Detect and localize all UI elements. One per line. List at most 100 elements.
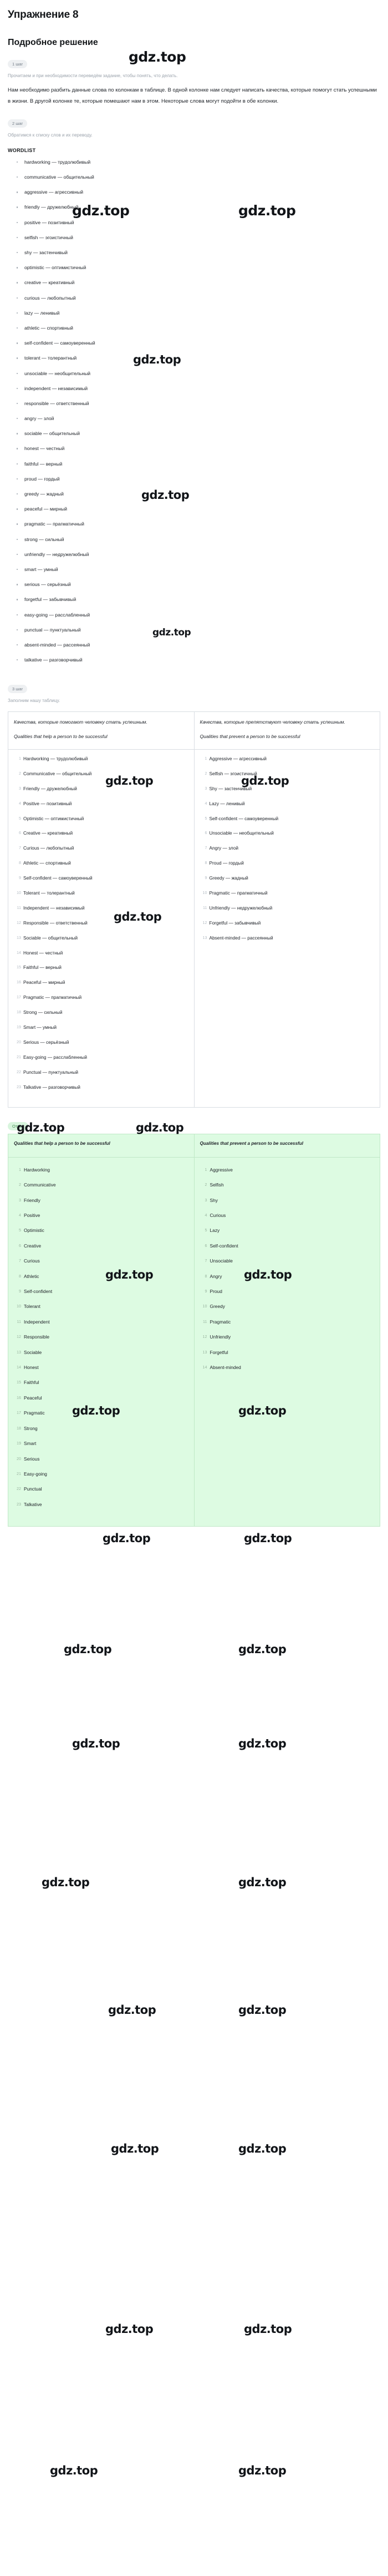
table-header-row: Качества, которые помогают человеку стат… [8, 711, 380, 750]
table-row: Lazy — ленивый [200, 800, 245, 806]
step-badge-1: 1 шаг [8, 60, 28, 68]
table-col1-header-cell: Качества, которые помогают человеку стат… [8, 711, 195, 750]
answer-row: Faithful [14, 1380, 39, 1386]
wordlist-item: faithful — верный [16, 462, 380, 467]
answer-row: Curious [200, 1213, 226, 1218]
answer-row: Unfriendly [200, 1334, 231, 1340]
watermark-text: gdz.top [244, 1532, 292, 1545]
table-row: Selfish — эгоистичный [200, 770, 257, 776]
table-row: Greedy — жадный [200, 875, 248, 881]
answer-row: Creative [14, 1242, 42, 1249]
table-row: Angry — злой [200, 845, 238, 851]
table-row: Sociable — общительный [14, 935, 78, 941]
answer-row: Serious [14, 1456, 40, 1462]
wordlist-item: creative — креативный [16, 280, 380, 285]
answer-row: Athletic [14, 1273, 39, 1279]
answer-row: Angry [200, 1273, 222, 1279]
answer-row: Peaceful [14, 1395, 42, 1401]
table-row: Unsociable — необщительный [200, 830, 274, 836]
wordlist-item: independent — независимый [16, 386, 380, 391]
watermark-text: gdz.top [238, 2003, 287, 2017]
table-row: Proud — гордый [200, 860, 244, 866]
watermark-text: gdz.top [72, 1737, 120, 1750]
answer-row: Pragmatic [200, 1319, 231, 1325]
wordlist-item: unfriendly — недружелюбный [16, 552, 380, 557]
answer-row: Aggressive [200, 1166, 233, 1173]
wordlist-item: optimistic — оптимистичный [16, 265, 380, 270]
col2-header-en: Qualities that prevent a person to be su… [200, 733, 300, 739]
answer-row: Self-confident [14, 1289, 53, 1295]
table-row: Positive — позитивный [14, 800, 72, 806]
watermark-text: gdz.top [64, 1643, 112, 1656]
answer-row: Easy-going [14, 1471, 47, 1477]
wordlist-item: forgetful — забывчивый [16, 597, 380, 602]
wordlist-item: greedy — жадный [16, 492, 380, 497]
answer-row: Hardworking [14, 1166, 50, 1173]
watermark-text: gdz.top [42, 1876, 90, 1889]
table-row: Communicative — общительный [14, 770, 92, 776]
table-row: Punctual — пунктуальный [14, 1069, 79, 1075]
table-col1-body-cell: Hardworking — трудолюбивый Communicative … [8, 749, 195, 1108]
watermark-text: gdz.top [238, 2464, 287, 2477]
answer-row: Forgetful [200, 1349, 228, 1355]
step-badge-2: 2 шаг [8, 119, 28, 128]
table-row: Forgetful — забывчивый [200, 920, 261, 926]
wordlist-item: sociable — общительный [16, 431, 380, 436]
wordlist-item: responsible — ответственный [16, 401, 380, 406]
answer-row: Punctual [14, 1486, 42, 1492]
wordlist-item: absent-minded — рассеянный [16, 643, 380, 648]
answer-col1-header-cell: Qualities that help a person to be succe… [8, 1134, 195, 1158]
table-row: Creative — креативный [14, 830, 73, 836]
answer-row: Strong [14, 1425, 38, 1431]
wordlist-item: angry — злой [16, 416, 380, 421]
watermark-text: gdz.top [108, 2003, 156, 2017]
wordlist-item: lazy — ленивый [16, 311, 380, 316]
answer-row: Proud [200, 1289, 222, 1295]
table-col2-header-cell: Качества, которые препятствуют человеку … [193, 711, 380, 750]
answer-row: Lazy [200, 1228, 220, 1234]
col2-list: Aggressive — агрессивный Selfish — эгоист… [200, 756, 375, 940]
watermark-text: gdz.top [136, 1121, 184, 1134]
table-row: Self-confident — самоуверенный [200, 815, 279, 821]
col1-list: Hardworking — трудолюбивый Communicative … [14, 756, 188, 1089]
answer-row: Greedy [200, 1304, 225, 1310]
table-row: Talkative — разговорчивый [14, 1084, 80, 1090]
answer-block: Qualities that help a person to be succe… [8, 1134, 380, 1527]
answer-row: Smart [14, 1441, 37, 1447]
answer-row: Shy [200, 1197, 218, 1203]
qualities-table: Качества, которые помогают человеку стат… [8, 711, 380, 1108]
table-row: Absent-minded — рассеянный [200, 935, 273, 941]
answer-row: Self-confident [200, 1242, 238, 1249]
wordlist-item: punctual — пунктуальный [16, 628, 380, 633]
col2-header-ru: Качества, которые препятствуют человеку … [200, 719, 345, 725]
wordlist-item: friendly — дружелюбный [16, 205, 380, 210]
answer-row: Tolerant [14, 1304, 40, 1310]
step-2-hint: Обратимся к списку слов и их переводу. [8, 132, 93, 138]
answer-col1-body-cell: Hardworking Communicative Friendly Positive… [8, 1156, 195, 1527]
table-row: Athletic — спортивный [14, 860, 71, 866]
table-row: Smart — умный [14, 1024, 57, 1030]
answer-table: Qualities that help a person to be succe… [8, 1134, 380, 1527]
table-row: Tolerant — толерантный [14, 890, 75, 896]
wordlist-item: self-confident — самоуверенный [16, 341, 380, 346]
answer-row: Communicative [14, 1182, 56, 1188]
answer-row: Pragmatic [14, 1410, 45, 1416]
watermark-text: gdz.top [238, 1876, 287, 1889]
wordlist-item: proud — гордый [16, 477, 380, 482]
wordlist-item: pragmatic — прагматичный [16, 522, 380, 527]
answer-col2-header: Qualities that prevent a person to be su… [200, 1141, 304, 1146]
watermark-text: gdz.top [244, 2322, 292, 2336]
answer-row: Talkative [14, 1501, 42, 1507]
answer-row: Absent-minded [200, 1365, 241, 1371]
table-row: Peaceful — мирный [14, 979, 65, 986]
solution-heading: Подробное решение [8, 38, 98, 47]
step-3-hint: Заполним нашу таблицу. [8, 698, 60, 704]
wordlist-item: serious — серьёзный [16, 582, 380, 587]
wordlist-item: peaceful — мирный [16, 507, 380, 512]
table-row: Unfriendly — недружелюбный [200, 905, 273, 911]
table-row: Easy-going — расслабленный [14, 1054, 87, 1060]
answer-row: Optimistic [14, 1228, 44, 1234]
step-1-paragraph: Нам необходимо разбить данные слова по к… [8, 87, 377, 104]
wordlist-item: talkative — разговорчивый [16, 658, 380, 663]
col1-header-ru: Качества, которые помогают человеку стат… [14, 719, 147, 725]
